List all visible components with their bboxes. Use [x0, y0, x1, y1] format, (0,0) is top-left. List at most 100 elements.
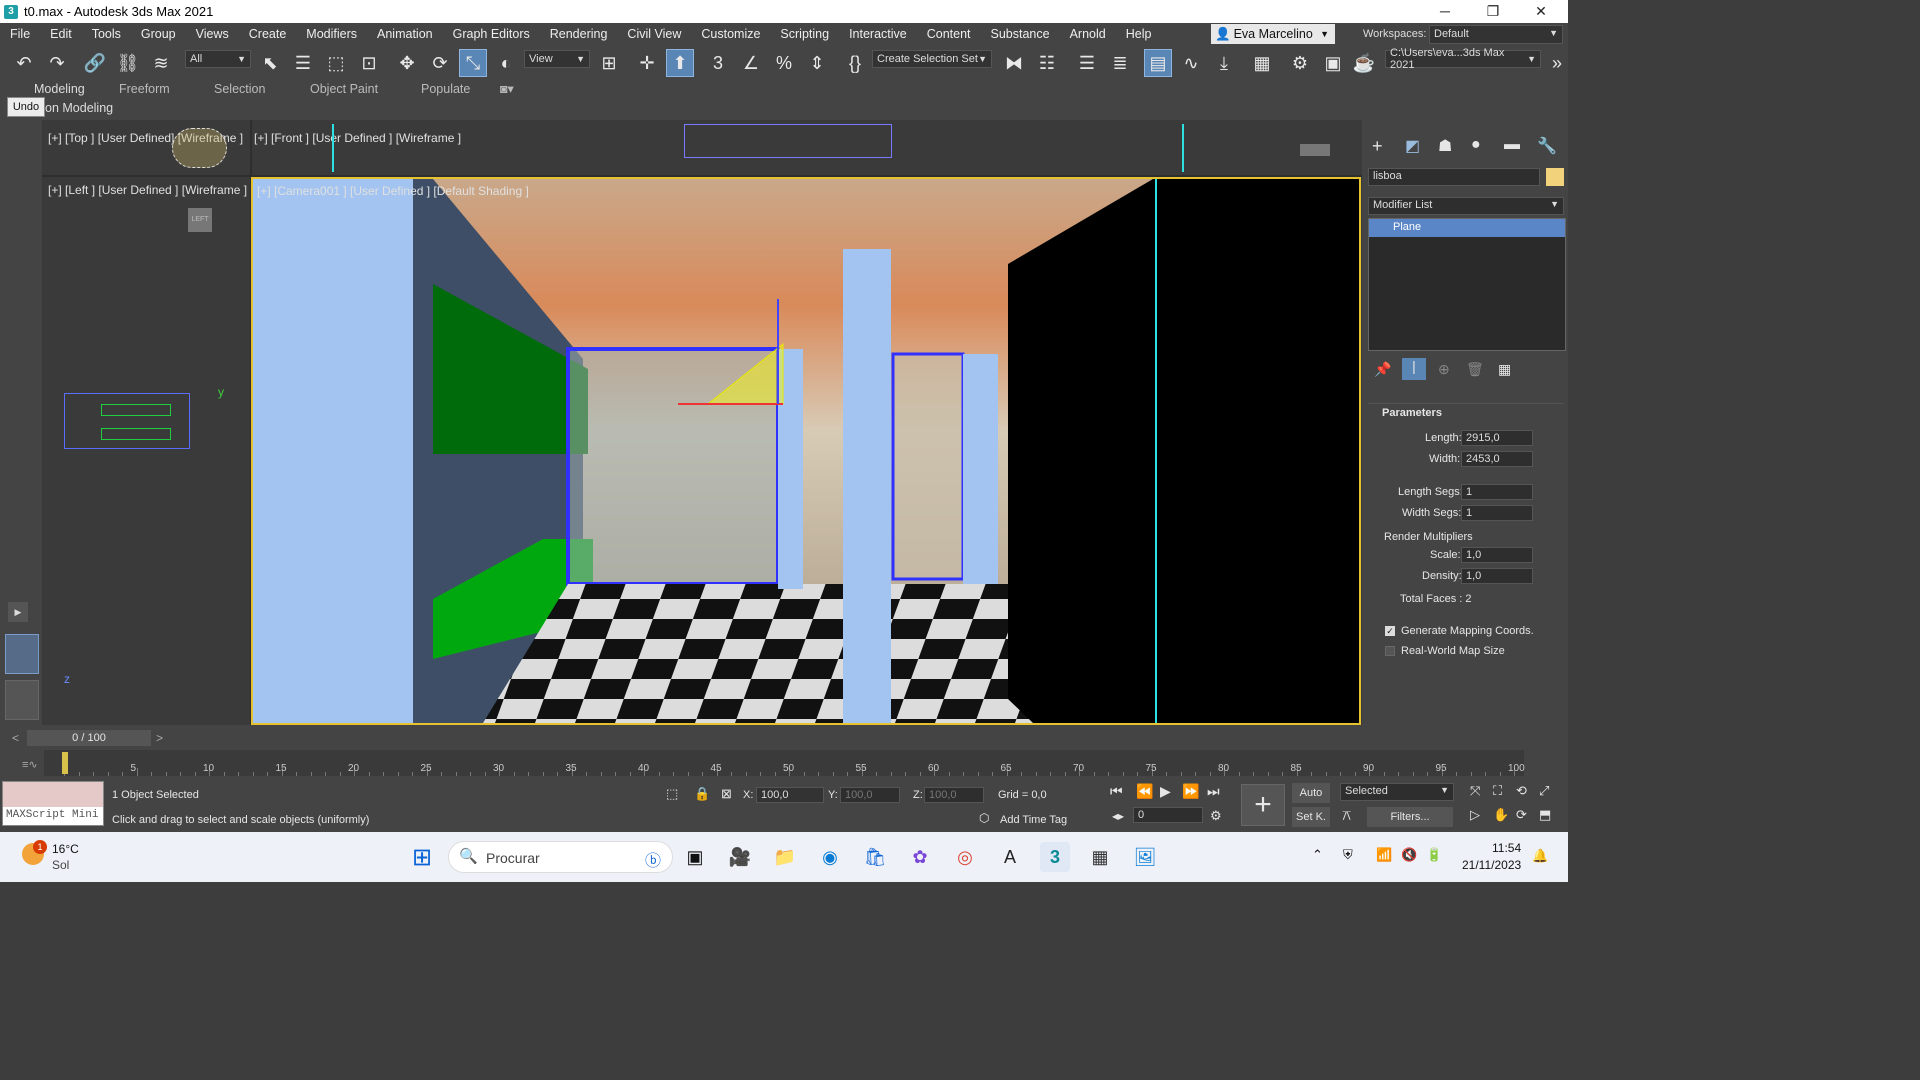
object-color-swatch[interactable]	[1546, 168, 1564, 186]
filters-button[interactable]: Filters...	[1367, 807, 1453, 827]
menu-content[interactable]: Content	[917, 27, 981, 41]
unlink-icon[interactable]: ⛓	[114, 49, 142, 77]
menu-animation[interactable]: Animation	[367, 27, 443, 41]
menu-arnold[interactable]: Arnold	[1060, 27, 1116, 41]
time-slider[interactable]: 0 / 100	[27, 730, 151, 746]
play-icon[interactable]: ▶	[1160, 783, 1171, 800]
mirror-icon[interactable]: ⧓	[1000, 49, 1028, 77]
maximize-button[interactable]: ❐	[1470, 0, 1516, 23]
layout-four-viewports-icon[interactable]	[5, 634, 39, 674]
toolbar-overflow-icon[interactable]: »	[1543, 49, 1571, 77]
viewcube-top[interactable]	[172, 128, 227, 168]
edit-named-selection-icon[interactable]: {}	[841, 49, 869, 77]
chrome-icon[interactable]: ◎	[950, 842, 980, 872]
motion-tab-icon[interactable]: ●	[1471, 136, 1481, 154]
material-editor-icon[interactable]: ▦	[1248, 49, 1276, 77]
absolute-mode-icon[interactable]: ⊠	[721, 786, 732, 802]
z-coord-field[interactable]: 100,0	[924, 787, 984, 803]
maxscript-listener[interactable]: MAXScript Mini	[2, 781, 104, 826]
add-time-tag[interactable]: Add Time Tag	[1000, 814, 1067, 826]
menu-substance[interactable]: Substance	[981, 27, 1060, 41]
layout-single-viewport-icon[interactable]	[5, 680, 39, 720]
hierarchy-tab-icon[interactable]: ☗	[1438, 136, 1452, 156]
timeline-playhead[interactable]	[62, 752, 68, 774]
scene-explorer-icon[interactable]: ☰	[1073, 49, 1101, 77]
snaps-toggle-icon[interactable]: 3	[704, 49, 732, 77]
width-field[interactable]: 2453,0	[1461, 451, 1533, 467]
min-max-toggle-icon[interactable]: ⬒	[1539, 807, 1551, 823]
object-name-field[interactable]: lisboa	[1368, 168, 1540, 186]
file-explorer-icon[interactable]: 📁	[770, 842, 800, 872]
maximize-viewport-icon[interactable]: ⤢	[1539, 783, 1549, 799]
user-account-dropdown[interactable]: 👤 Eva Marcelino ▼	[1211, 24, 1335, 44]
reference-coordinate-dropdown[interactable]: View ▼	[524, 50, 590, 68]
modifier-list-dropdown[interactable]: Modifier List ▼	[1368, 197, 1564, 215]
generate-mapping-checkbox[interactable]: ✓	[1385, 626, 1395, 636]
photos-icon[interactable]: 🖼	[1130, 842, 1160, 872]
key-tangent-icon[interactable]: ⚻	[1342, 807, 1351, 824]
menu-interactive[interactable]: Interactive	[839, 27, 917, 41]
calculator-icon[interactable]: ▦	[1085, 842, 1115, 872]
align-icon[interactable]: ☷	[1033, 49, 1061, 77]
volume-icon[interactable]: 🔇	[1401, 847, 1417, 863]
maxscript-mini-label[interactable]: MAXScript Mini	[3, 807, 103, 825]
pin-stack-icon[interactable]: 📌	[1374, 361, 1391, 378]
scale-field[interactable]: 1,0	[1461, 547, 1533, 563]
prev-frame-arrow[interactable]: <	[12, 731, 19, 745]
length-field[interactable]: 2915,0	[1461, 430, 1533, 446]
project-folder-dropdown[interactable]: C:\Users\eva...3ds Max 2021 ▼	[1385, 47, 1541, 71]
battery-icon[interactable]: 🔋	[1426, 847, 1442, 863]
render-setup-icon[interactable]: ⚙	[1286, 49, 1314, 77]
next-frame-arrow[interactable]: >	[156, 731, 163, 745]
goto-start-icon[interactable]: ⏮	[1110, 783, 1123, 800]
rotate-icon[interactable]: ⟳	[426, 49, 454, 77]
viewport-camera-label[interactable]: [+] [Camera001 ] [User Defined ] [Defaul…	[257, 184, 529, 198]
menu-customize[interactable]: Customize	[691, 27, 770, 41]
show-end-result-icon[interactable]: |	[1402, 358, 1426, 380]
create-tab-icon[interactable]: +	[1372, 136, 1383, 157]
workspace-dropdown[interactable]: Default ▼	[1429, 25, 1563, 44]
viewcube-left[interactable]: LEFT	[188, 208, 212, 232]
zoom-all-icon[interactable]: ⛶	[1493, 783, 1502, 799]
select-manipulate-icon[interactable]: ✛	[633, 49, 661, 77]
redo-icon[interactable]: ↷	[43, 49, 71, 77]
zoom-extents-icon[interactable]: ⤧	[1470, 783, 1480, 799]
x-coord-field[interactable]: 100,0	[756, 787, 824, 803]
close-button[interactable]: ✕	[1518, 0, 1564, 23]
angle-snap-icon[interactable]: ∠	[737, 49, 765, 77]
menu-modifiers[interactable]: Modifiers	[296, 27, 367, 41]
taskbar-search[interactable]: 🔍 Procurar ⓑ	[448, 841, 673, 873]
notifications-bell-icon[interactable]: 🔔	[1532, 848, 1548, 864]
minimize-button[interactable]: ─	[1422, 0, 1468, 23]
next-frame-icon[interactable]: ⏩	[1182, 783, 1199, 800]
key-mode-icon[interactable]: ◂▸	[1112, 809, 1124, 823]
spinner-snap-icon[interactable]: ⇕	[803, 49, 831, 77]
store-icon[interactable]: 🛍	[860, 842, 890, 872]
time-tag-icon[interactable]: ⬡	[979, 811, 989, 825]
tray-overflow-icon[interactable]: ⌃	[1312, 847, 1323, 863]
tab-freeform[interactable]: Freeform	[119, 82, 170, 96]
menu-group[interactable]: Group	[131, 27, 186, 41]
menu-tools[interactable]: Tools	[82, 27, 131, 41]
percent-snap-icon[interactable]: %	[770, 49, 798, 77]
tab-object-paint[interactable]: Object Paint	[310, 82, 378, 96]
selection-filter-dropdown[interactable]: All ▼	[185, 50, 251, 68]
viewport-left-label[interactable]: [+] [Left ] [User Defined ] [Wireframe ]	[48, 183, 247, 197]
keyboard-shortcut-override-icon[interactable]: ⬆	[666, 49, 694, 77]
scale-icon[interactable]: ⤡	[459, 49, 487, 77]
tab-populate[interactable]: Populate	[421, 82, 470, 96]
stack-item-plane[interactable]: Plane	[1369, 219, 1565, 237]
select-by-name-icon[interactable]: ☰	[289, 49, 317, 77]
named-selection-dropdown[interactable]: Create Selection Set ▼	[872, 50, 992, 68]
density-field[interactable]: 1,0	[1461, 568, 1533, 584]
layer-explorer-icon[interactable]: ≣	[1106, 49, 1134, 77]
tab-selection[interactable]: Selection	[214, 82, 265, 96]
current-frame-field[interactable]: 0	[1133, 807, 1203, 823]
menu-edit[interactable]: Edit	[40, 27, 82, 41]
pivot-center-icon[interactable]: ⊞	[595, 49, 623, 77]
start-icon[interactable]: ⊞	[407, 842, 437, 872]
teams-icon[interactable]: 🎥	[725, 842, 755, 872]
security-icon[interactable]: ⛨	[1343, 847, 1353, 863]
bind-space-warp-icon[interactable]: ≋	[147, 49, 175, 77]
menu-rendering[interactable]: Rendering	[540, 27, 618, 41]
